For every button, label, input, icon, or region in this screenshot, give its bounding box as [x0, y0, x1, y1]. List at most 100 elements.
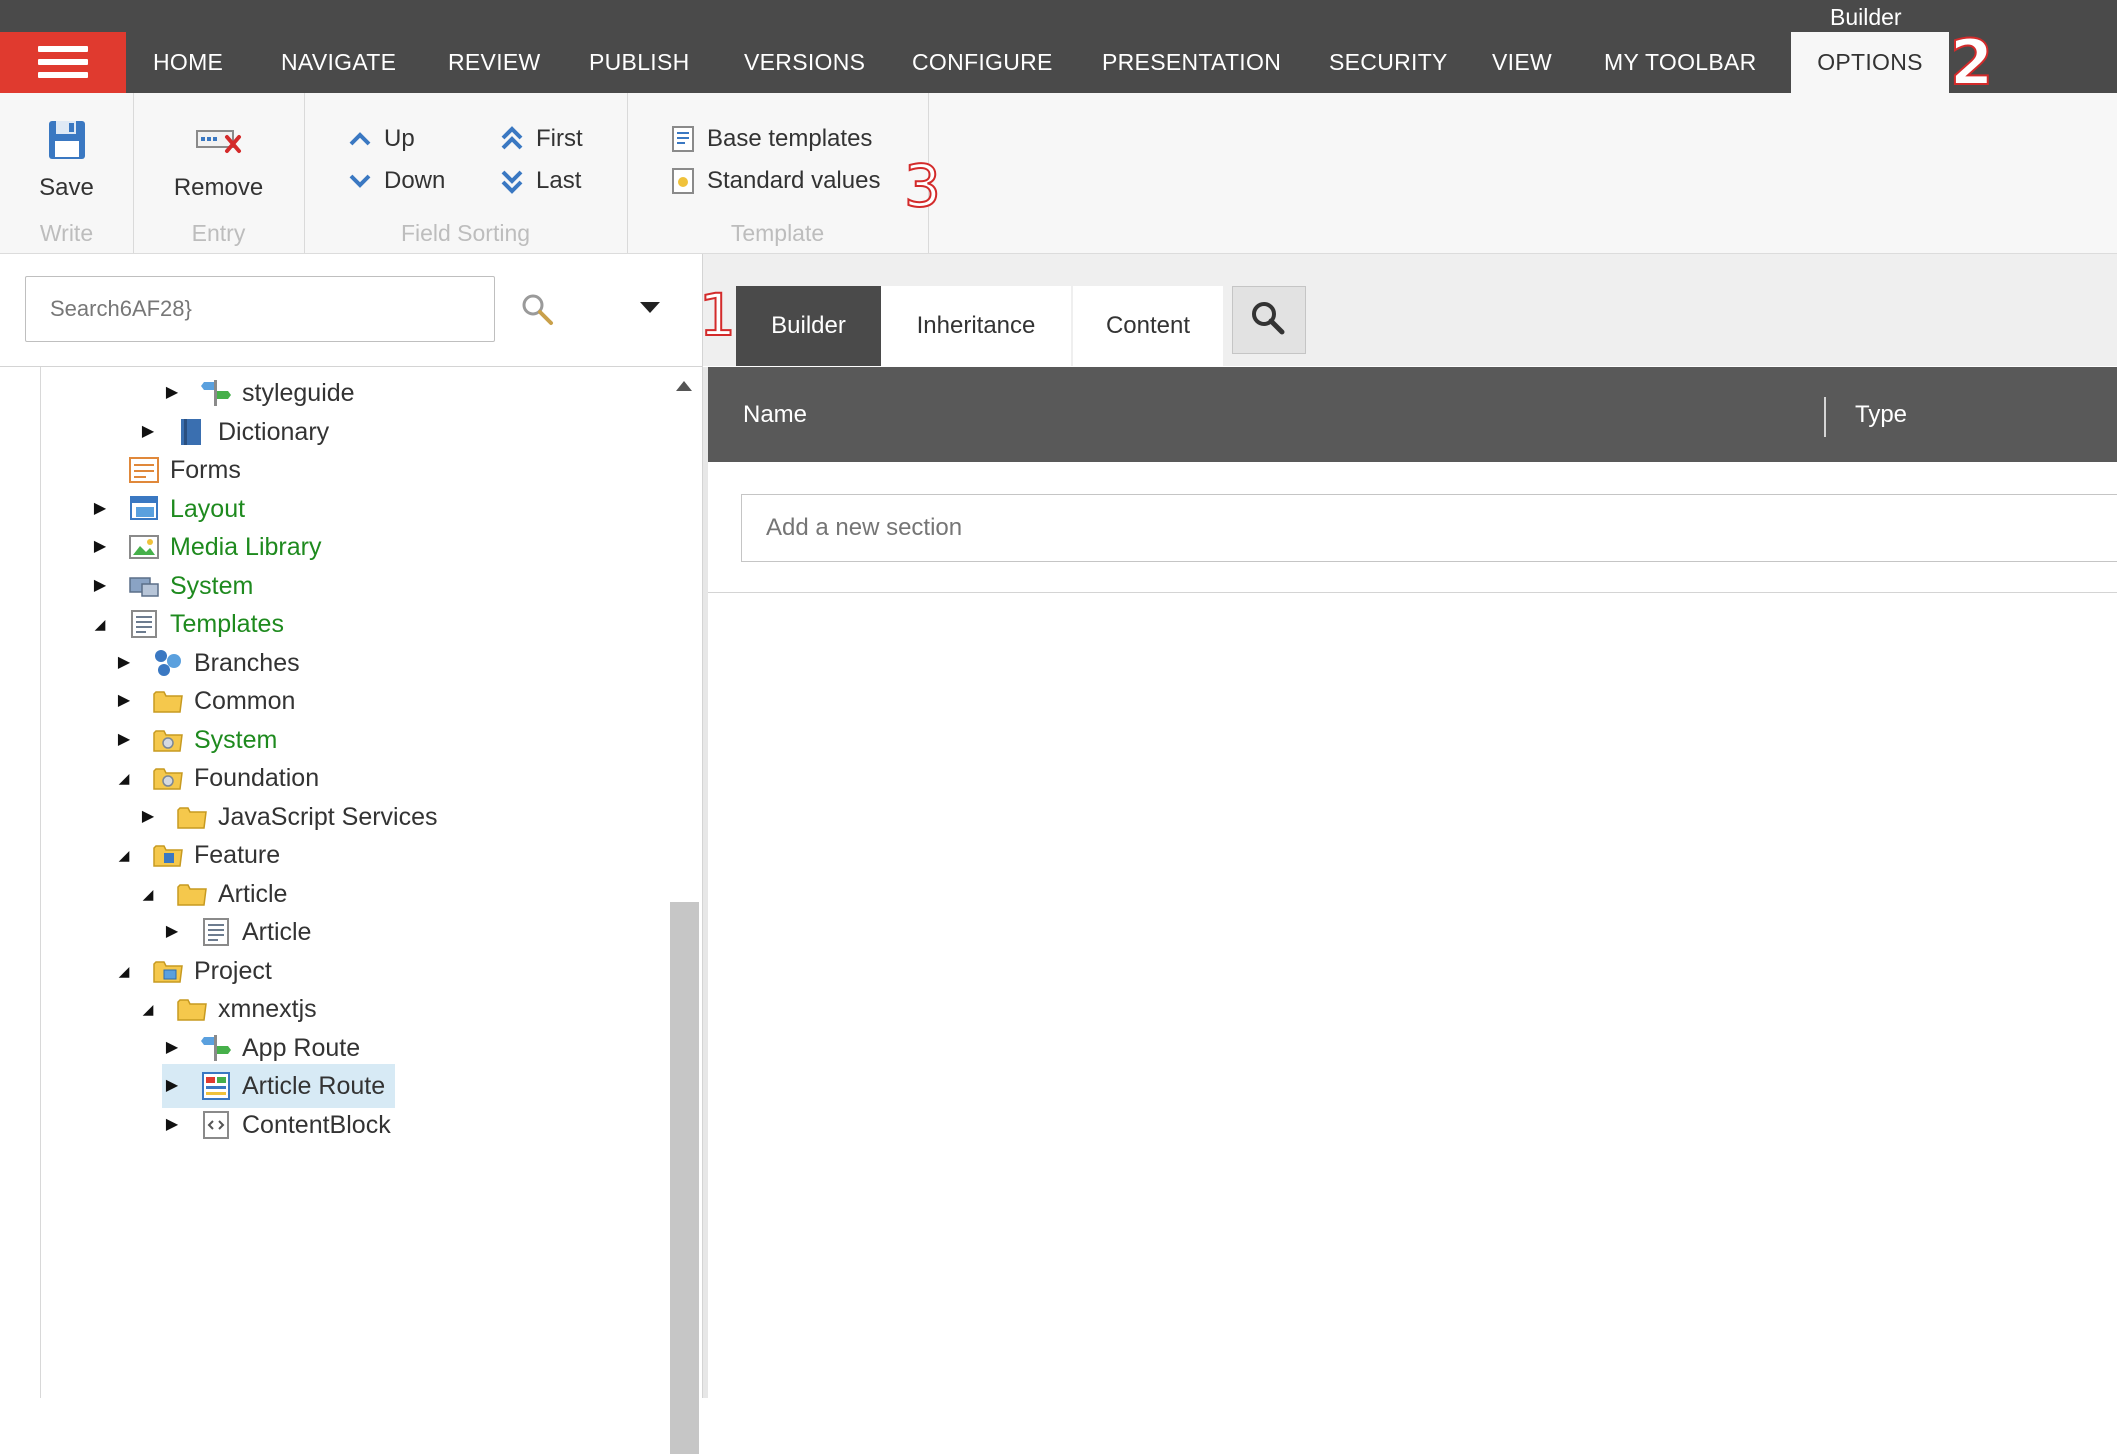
sort-first-label: First: [536, 125, 583, 152]
tree-item-label: Templates: [170, 610, 284, 638]
expand-arrow-icon[interactable]: ▶: [90, 564, 110, 608]
expand-arrow-icon[interactable]: ▶: [162, 910, 182, 954]
tree-item[interactable]: ▶ Dictionary: [138, 410, 329, 454]
tree-item[interactable]: ▶ Layout: [90, 487, 245, 531]
tree-item[interactable]: ▶ ContentBlock: [162, 1103, 391, 1147]
tree-item-label: Dictionary: [218, 417, 330, 446]
nav-tab-navigate[interactable]: NAVIGATE: [281, 32, 396, 93]
tree-item[interactable]: ▶ Article: [162, 910, 311, 954]
ribbon-group-entry: Remove Entry: [133, 93, 305, 253]
base-templates-button[interactable]: Base templates: [671, 125, 872, 153]
expand-arrow-icon[interactable]: ▶: [114, 641, 134, 685]
expand-arrow-icon[interactable]: ▶: [138, 795, 158, 839]
scroll-up-icon[interactable]: [676, 381, 692, 391]
tree-search-input[interactable]: [25, 276, 495, 342]
collapse-arrow-icon[interactable]: ◢: [114, 949, 134, 993]
expand-arrow-icon[interactable]: ▶: [162, 371, 182, 415]
tab-inheritance[interactable]: Inheritance: [881, 286, 1071, 366]
tree-item[interactable]: ▶ Common: [114, 679, 296, 723]
editor-search-button[interactable]: [1232, 286, 1306, 354]
tree-item[interactable]: ▶ Article Route: [162, 1064, 396, 1108]
nav-tab-configure[interactable]: CONFIGURE: [912, 32, 1053, 93]
tree-item[interactable]: ▶ Branches: [114, 641, 300, 685]
tree-item[interactable]: ▶ System: [114, 718, 278, 762]
tab-content[interactable]: Content: [1073, 286, 1223, 366]
remove-button[interactable]: Remove: [133, 119, 304, 202]
collapse-arrow-icon[interactable]: ◢: [114, 756, 134, 800]
ribbon: Save Write Remove Entry Up Down First La…: [0, 93, 2117, 254]
expand-arrow-icon[interactable]: ▶: [162, 1026, 182, 1070]
standard-values-button[interactable]: Standard values: [671, 167, 880, 195]
column-separator[interactable]: [1824, 397, 1826, 437]
folder-icon: [152, 685, 184, 717]
expand-arrow-icon[interactable]: ▶: [138, 410, 158, 454]
tree-item[interactable]: ◢ Article: [138, 872, 288, 916]
expand-arrow-icon[interactable]: ▶: [162, 1064, 182, 1108]
tree-item[interactable]: ◢ Templates: [90, 602, 284, 646]
expand-arrow-icon[interactable]: ▶: [114, 718, 134, 762]
nav-tab-options[interactable]: OPTIONS: [1791, 32, 1949, 93]
search-icon[interactable]: [520, 292, 554, 331]
nav-tab-presentation[interactable]: PRESENTATION: [1102, 32, 1281, 93]
double-chevron-up-icon: [501, 126, 523, 150]
collapse-arrow-icon[interactable]: ◢: [114, 833, 134, 877]
nav-tab-review[interactable]: REVIEW: [448, 32, 541, 93]
tree-item[interactable]: ◢ Project: [114, 949, 272, 993]
menu-button[interactable]: [0, 32, 126, 93]
content-tree-panel: ▶ styleguide ▶ Dictionary Forms ▶ Layout ▶ Media…: [0, 254, 703, 1454]
tree-item[interactable]: ▶ Media Library: [90, 525, 322, 569]
sort-first-button[interactable]: First: [500, 125, 583, 153]
folder-feature-icon: [152, 839, 184, 871]
expand-arrow-icon[interactable]: ▶: [90, 525, 110, 569]
tree-item-label: System: [194, 725, 278, 754]
sort-up-button[interactable]: Up: [348, 125, 415, 153]
tree-item-label: Common: [194, 687, 296, 715]
article-route-icon: [200, 1070, 232, 1102]
sort-up-label: Up: [384, 125, 415, 152]
tree-item-label: Foundation: [194, 764, 320, 792]
tree-item[interactable]: ◢ xmnextjs: [138, 987, 317, 1031]
chevron-down-icon: [349, 174, 371, 188]
sort-last-button[interactable]: Last: [500, 167, 581, 195]
save-button[interactable]: Save: [0, 119, 133, 202]
scrollbar-thumb[interactable]: [670, 902, 699, 1454]
tree-item[interactable]: ◢ Feature: [114, 833, 281, 877]
tree-item[interactable]: ▶ JavaScript Services: [138, 795, 438, 839]
nav-tab-publish[interactable]: PUBLISH: [589, 32, 690, 93]
nav-tab-view[interactable]: VIEW: [1492, 32, 1552, 93]
collapse-arrow-icon[interactable]: ◢: [138, 872, 158, 916]
add-section-input[interactable]: [741, 494, 2117, 562]
expand-arrow-icon[interactable]: ▶: [114, 679, 134, 723]
collapse-arrow-icon[interactable]: ◢: [90, 602, 110, 646]
tree-item[interactable]: Forms: [90, 448, 241, 492]
annotation-number-1: 1: [698, 281, 737, 349]
nav-tab-security[interactable]: SECURITY: [1329, 32, 1448, 93]
contextual-tab-group-label: Builder: [1830, 4, 1902, 30]
nav-tab-my-toolbar[interactable]: MY TOOLBAR: [1604, 32, 1757, 93]
base-templates-label: Base templates: [707, 125, 873, 152]
tree-item-label: Media Library: [170, 533, 322, 561]
content-tree: ▶ styleguide ▶ Dictionary Forms ▶ Layout ▶ Media…: [0, 367, 665, 1398]
expand-arrow-icon[interactable]: ▶: [90, 487, 110, 531]
ribbon-group-field-sorting: Up Down First Last Field Sorting: [304, 93, 628, 253]
tab-builder[interactable]: Builder: [736, 286, 881, 366]
nav-tab-versions[interactable]: VERSIONS: [744, 32, 865, 93]
tree-item[interactable]: ▶ styleguide: [162, 371, 355, 415]
collapse-arrow-icon[interactable]: ◢: [138, 987, 158, 1031]
nav-tab-home[interactable]: HOME: [153, 32, 223, 93]
search-dropdown-icon[interactable]: [640, 302, 660, 313]
remove-label: Remove: [173, 174, 264, 201]
ribbon-group-label-field-sorting: Field Sorting: [400, 220, 531, 246]
tree-item-label: Article Route: [242, 1072, 386, 1100]
tree-item[interactable]: ▶ App Route: [162, 1026, 360, 1070]
tree-item[interactable]: ▶ System: [90, 564, 254, 608]
ribbon-group-label-entry: Entry: [191, 220, 246, 246]
ribbon-group-label-template: Template: [730, 220, 825, 246]
remove-field-icon: [195, 130, 241, 153]
tree-item-label: styleguide: [242, 379, 355, 407]
sort-down-button[interactable]: Down: [348, 167, 445, 195]
expand-arrow-icon[interactable]: ▶: [162, 1103, 182, 1147]
tree-item-label: Article: [242, 918, 312, 946]
tree-scrollbar[interactable]: [668, 367, 700, 1454]
tree-item[interactable]: ◢ Foundation: [114, 756, 320, 800]
